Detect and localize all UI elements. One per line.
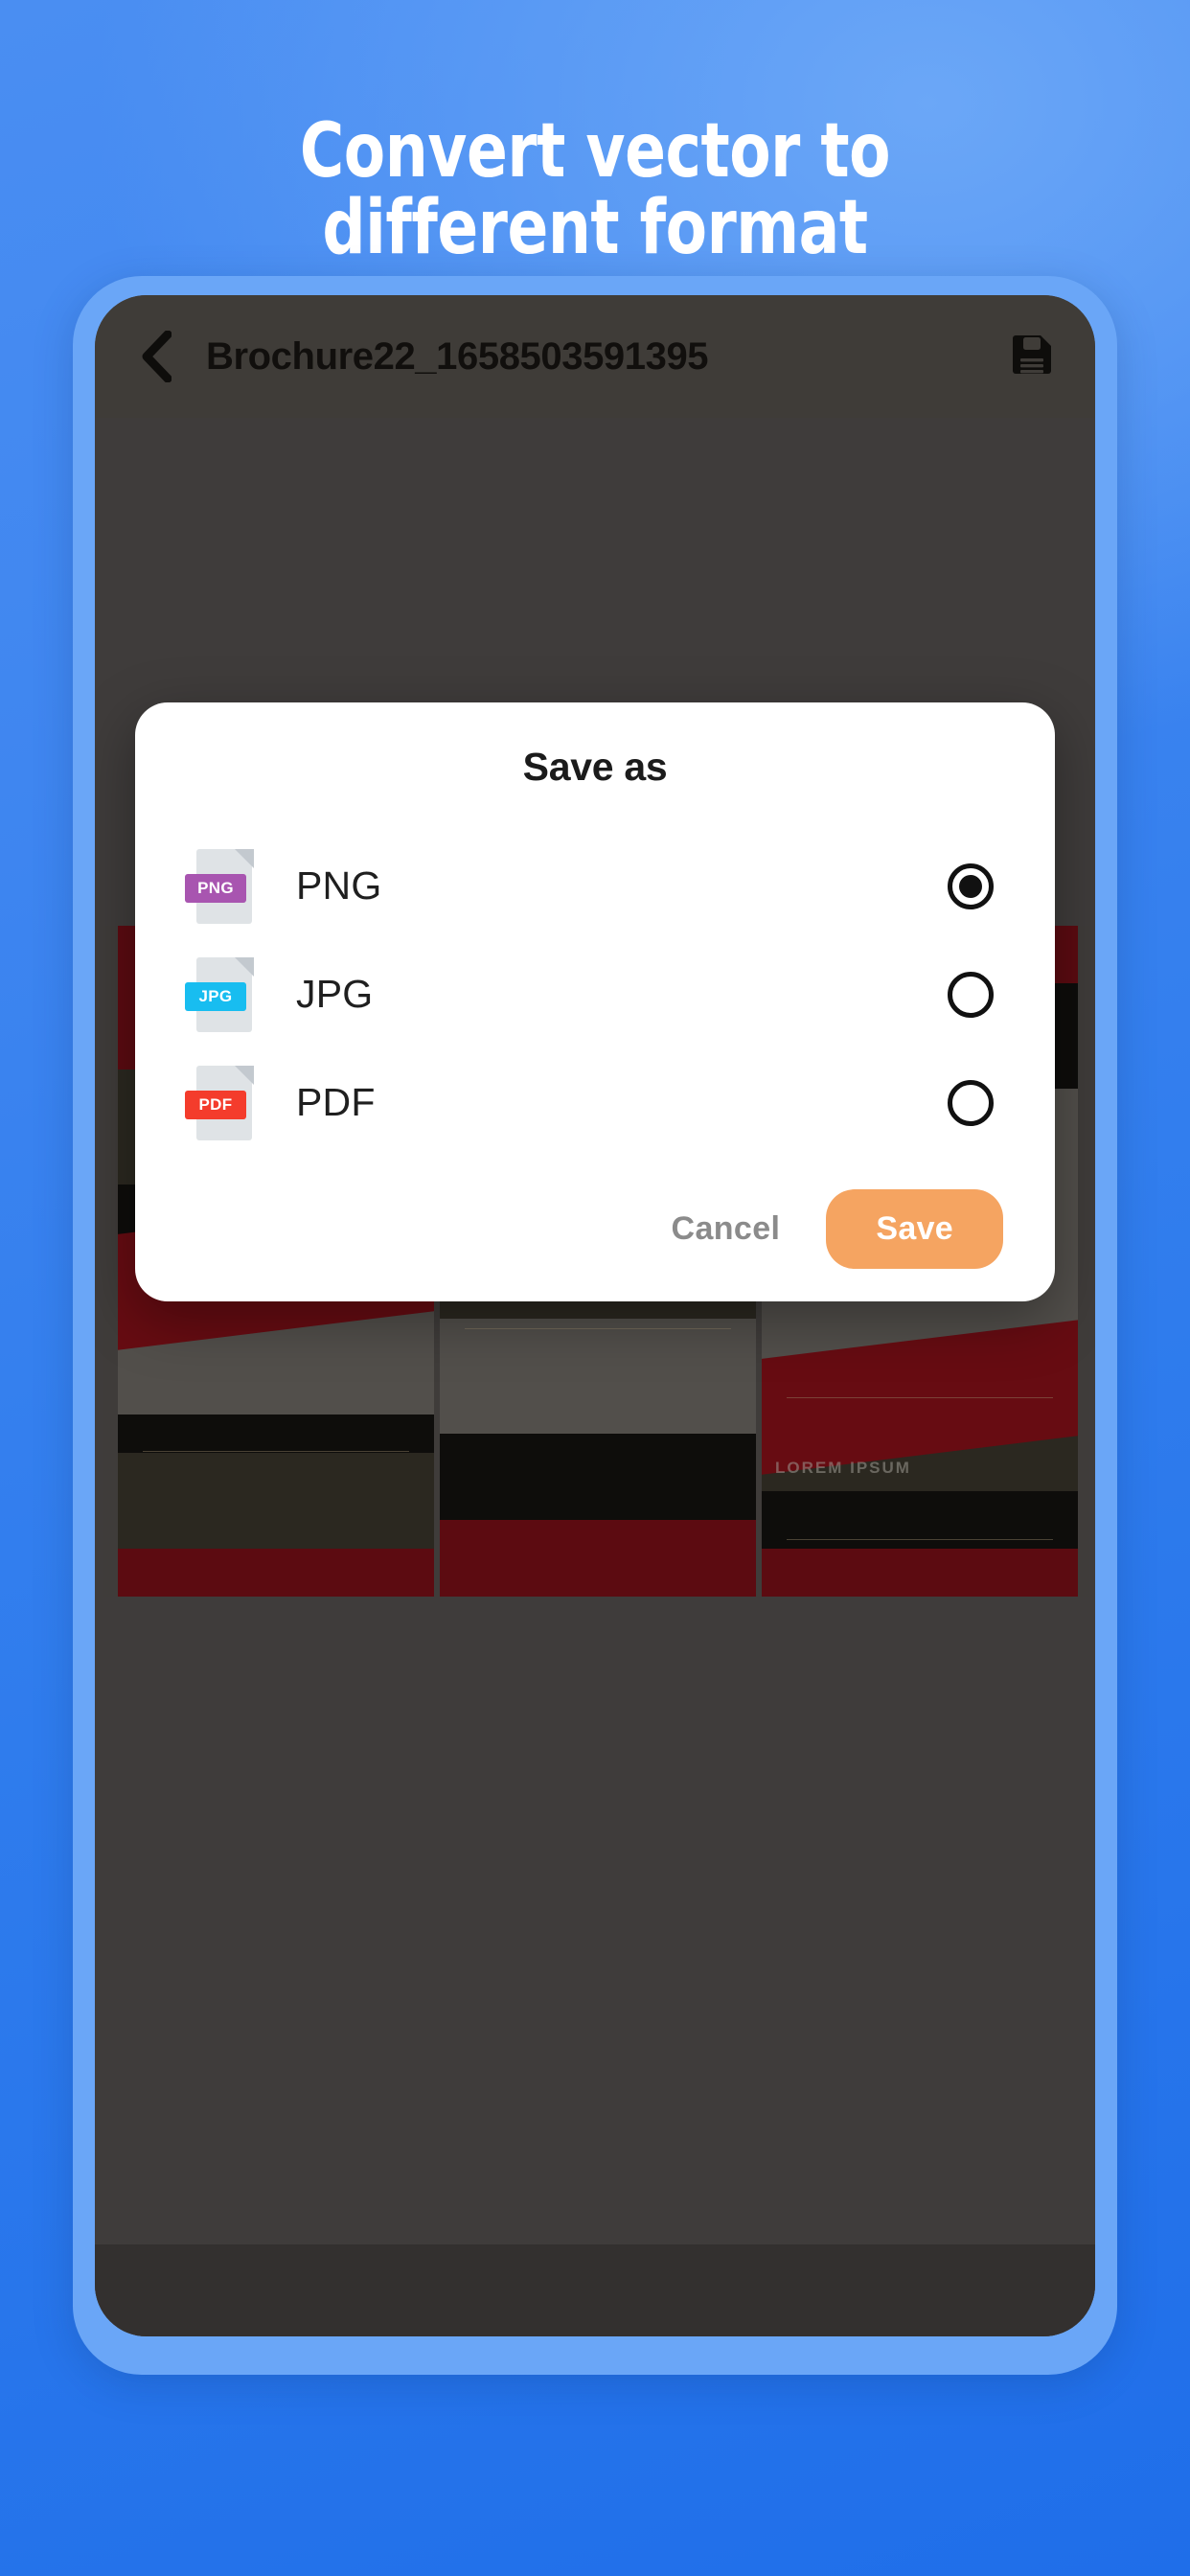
radio-pdf[interactable] [948,1079,994,1126]
dialog-title: Save as [522,745,668,789]
page-title: Convert vector to different format [59,113,1131,267]
phone-screen: LOREM IPSUM Brochure22_1658503591395 Sav… [95,295,1095,2336]
cancel-button[interactable]: Cancel [665,1201,786,1257]
headline-line-1: Convert vector to [299,108,891,195]
dialog-scrim[interactable] [95,295,1095,2336]
save-button[interactable]: Save [826,1189,1003,1269]
jpg-file-icon: JPG [185,954,254,1036]
phone-bezel: LOREM IPSUM Brochure22_1658503591395 Sav… [73,276,1117,2375]
dialog-actions: Cancel Save [135,1157,1055,1269]
format-option-pdf[interactable]: PDF PDF [185,1048,1005,1157]
phone-mockup: LOREM IPSUM Brochure22_1658503591395 Sav… [73,276,1117,2375]
format-label-pdf: PDF [296,1080,376,1124]
radio-png[interactable] [948,862,994,909]
radio-jpg[interactable] [948,971,994,1018]
jpg-badge-label: JPG [185,981,246,1011]
format-label-jpg: JPG [296,972,374,1016]
promo-screenshot: Convert vector to different format LOREM… [0,0,1190,2576]
png-file-icon: PNG [185,845,254,928]
save-as-dialog: Save as PNG PNG JPG JPG PDF PDF Cancel S… [135,702,1055,1301]
format-option-jpg[interactable]: JPG JPG [185,940,1005,1048]
headline-line-2: different format [322,185,868,272]
png-badge-label: PNG [185,873,246,903]
pdf-badge-label: PDF [185,1090,246,1119]
format-option-list: PNG PNG JPG JPG PDF PDF [135,832,1055,1157]
format-option-png[interactable]: PNG PNG [185,832,1005,940]
format-label-png: PNG [296,863,382,908]
pdf-file-icon: PDF [185,1062,254,1144]
